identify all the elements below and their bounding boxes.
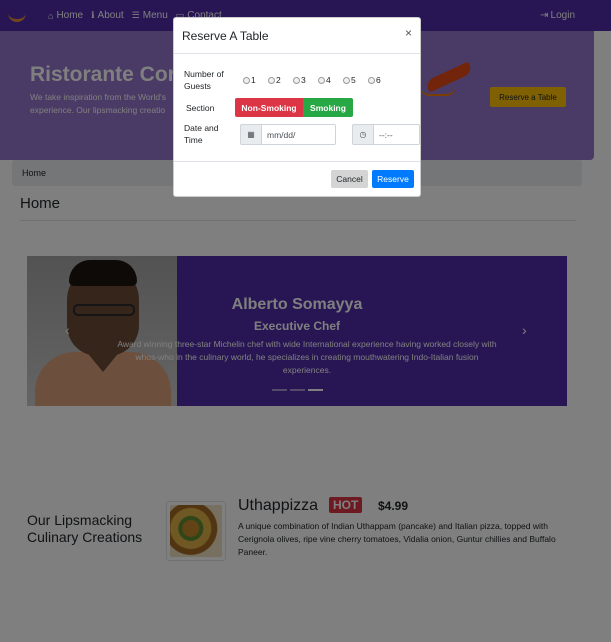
cancel-button[interactable]: Cancel xyxy=(331,170,368,188)
radio-circle-icon xyxy=(368,76,375,84)
modal-footer-divider xyxy=(174,161,420,162)
date-input[interactable]: mm/dd/ xyxy=(262,124,336,145)
modal-title: Reserve A Table xyxy=(182,29,269,43)
guest-radio-1[interactable]: 1 xyxy=(243,75,256,85)
radio-label: 3 xyxy=(301,75,306,85)
section-label: Section xyxy=(186,103,215,113)
radio-circle-icon xyxy=(318,76,325,84)
smoking-toggle[interactable]: Smoking xyxy=(303,98,353,117)
reserve-modal: Reserve A Table × Number of Guests 1 2 3… xyxy=(173,17,421,197)
radio-label: 6 xyxy=(376,75,381,85)
time-input[interactable]: --:-- xyxy=(374,124,420,145)
reserve-button[interactable]: Reserve xyxy=(372,170,414,188)
guest-radio-2[interactable]: 2 xyxy=(268,75,281,85)
radio-label: 4 xyxy=(326,75,331,85)
guests-label: Number of Guests xyxy=(184,69,224,91)
calendar-icon: ▦ xyxy=(240,124,262,145)
guest-radio-6[interactable]: 6 xyxy=(368,75,381,85)
radio-circle-icon xyxy=(268,76,275,84)
guest-radio-5[interactable]: 5 xyxy=(343,75,356,85)
radio-label: 5 xyxy=(351,75,356,85)
close-icon[interactable]: × xyxy=(405,26,412,40)
guest-radio-3[interactable]: 3 xyxy=(293,75,306,85)
datetime-label: Date and Time xyxy=(184,123,219,145)
radio-circle-icon xyxy=(293,76,300,84)
radio-label: 1 xyxy=(251,75,256,85)
non-smoking-toggle[interactable]: Non-Smoking xyxy=(235,98,303,117)
guest-radio-4[interactable]: 4 xyxy=(318,75,331,85)
radio-circle-icon xyxy=(243,76,250,84)
radio-circle-icon xyxy=(343,76,350,84)
radio-label: 2 xyxy=(276,75,281,85)
date-input-group: ▦ mm/dd/ xyxy=(240,124,336,145)
clock-icon: ◷ xyxy=(352,124,374,145)
modal-header: Reserve A Table × xyxy=(174,18,420,54)
time-input-group: ◷ --:-- xyxy=(352,124,420,145)
